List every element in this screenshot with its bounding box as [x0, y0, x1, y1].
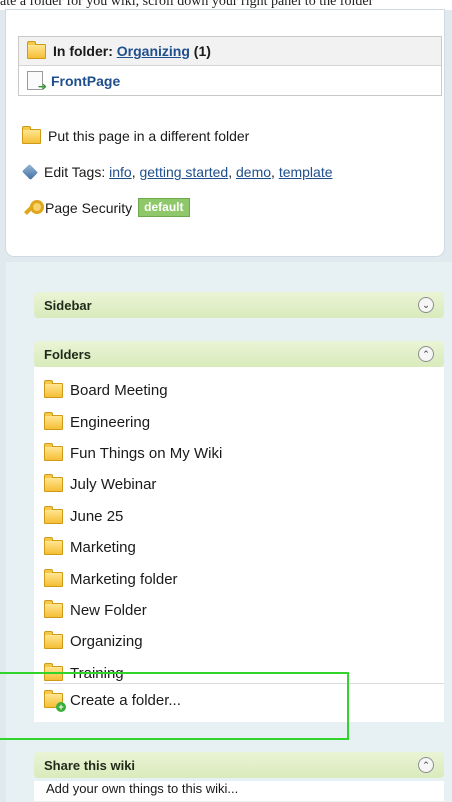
page-name[interactable]: FrontPage	[51, 73, 120, 89]
share-panel-text: Add your own things to this wiki...	[46, 781, 239, 796]
edit-tags-action: Edit Tags: info, getting started, demo, …	[22, 164, 333, 180]
folder-item-label: Marketing folder	[70, 570, 178, 588]
cut-off-instruction-text: ate a folder for you wiki, scroll down y…	[0, 0, 452, 10]
folder-icon	[44, 474, 63, 493]
collapse-chevron-icon[interactable]: ⌃	[418, 346, 434, 362]
folder-icon	[44, 599, 63, 618]
folder-add-icon	[44, 690, 66, 712]
folder-item-label: Organizing	[70, 633, 143, 651]
create-folder-label[interactable]: Create a folder...	[70, 692, 181, 709]
folder-icon	[44, 537, 63, 556]
folder-item-marketing-folder[interactable]: Marketing folder	[44, 563, 222, 594]
share-panel-header[interactable]: Share this wiki ⌃	[34, 752, 444, 778]
folder-item-label: Engineering	[70, 413, 151, 431]
move-page-action[interactable]: Put this page in a different folder	[22, 125, 249, 144]
folder-icon	[27, 40, 46, 59]
tag-icon	[22, 164, 38, 180]
tag-link-getting-started[interactable]: getting started	[139, 164, 228, 180]
folder-item-organizing[interactable]: Organizing	[44, 626, 222, 657]
expand-chevron-icon[interactable]: ⌄	[418, 297, 434, 313]
folder-item-marketing[interactable]: Marketing	[44, 532, 222, 563]
move-page-link[interactable]: Put this page in a different folder	[48, 128, 249, 144]
folder-item-board-meeting[interactable]: Board Meeting	[44, 375, 222, 406]
security-status-badge[interactable]: default	[138, 198, 190, 217]
page-security-label[interactable]: Page Security	[45, 200, 132, 216]
folder-info-box: In folder: Organizing (1) FrontPage	[18, 36, 442, 96]
in-folder-prefix: In folder:	[53, 43, 113, 59]
page-security-action: Page Security default	[22, 198, 190, 217]
sidebar-panel-title: Sidebar	[44, 297, 92, 313]
tag-link-template[interactable]: template	[279, 164, 333, 180]
folders-panel-body: Board Meeting Engineering Fun Things on …	[34, 367, 444, 722]
folder-item-label: July Webinar	[70, 476, 157, 494]
current-folder-link[interactable]: Organizing	[117, 43, 190, 59]
tag-link-info[interactable]: info	[109, 164, 132, 180]
folder-icon	[44, 568, 63, 587]
sidebar-panel-header[interactable]: Sidebar ⌄	[34, 292, 444, 318]
folder-item-training[interactable]: Training	[44, 658, 222, 689]
folder-item-engineering[interactable]: Engineering	[44, 406, 222, 437]
folders-panel-title: Folders	[44, 346, 91, 362]
folder-icon	[44, 380, 63, 399]
folder-item-label: June 25	[70, 507, 124, 525]
folder-icon	[44, 442, 63, 461]
folder-item-july-webinar[interactable]: July Webinar	[44, 469, 222, 500]
share-panel-body: Add your own things to this wiki...	[34, 781, 444, 801]
page-info-card: In folder: Organizing (1) FrontPage Put …	[6, 10, 444, 256]
folder-item-label: Training	[70, 664, 124, 682]
folder-item-june-25[interactable]: June 25	[44, 501, 222, 532]
folder-item-label: New Folder	[70, 601, 147, 619]
folder-icon	[44, 631, 63, 650]
folder-list: Board Meeting Engineering Fun Things on …	[44, 375, 222, 689]
folder-list-divider	[44, 683, 444, 684]
page-icon	[27, 71, 47, 93]
folder-item-fun-things[interactable]: Fun Things on My Wiki	[44, 438, 222, 469]
share-panel-title: Share this wiki	[44, 757, 136, 773]
tag-link-demo[interactable]: demo	[236, 164, 271, 180]
create-folder-button[interactable]: Create a folder...	[44, 690, 181, 712]
folder-item-label: Fun Things on My Wiki	[70, 444, 223, 462]
folders-panel-header[interactable]: Folders ⌃	[34, 341, 444, 367]
folder-icon	[44, 662, 63, 681]
key-icon	[22, 199, 44, 217]
collapse-chevron-icon[interactable]: ⌃	[418, 757, 434, 773]
folder-item-label: Board Meeting	[70, 382, 168, 400]
page-row[interactable]: FrontPage	[19, 66, 441, 95]
folder-icon	[44, 411, 63, 430]
folder-icon	[44, 505, 63, 524]
folder-item-label: Marketing	[70, 539, 136, 557]
folder-page-count: (1)	[193, 43, 211, 59]
edit-tags-label[interactable]: Edit Tags:	[44, 164, 105, 180]
folder-header-row: In folder: Organizing (1)	[19, 37, 441, 66]
folder-icon	[22, 125, 41, 144]
folder-item-new-folder[interactable]: New Folder	[44, 595, 222, 626]
